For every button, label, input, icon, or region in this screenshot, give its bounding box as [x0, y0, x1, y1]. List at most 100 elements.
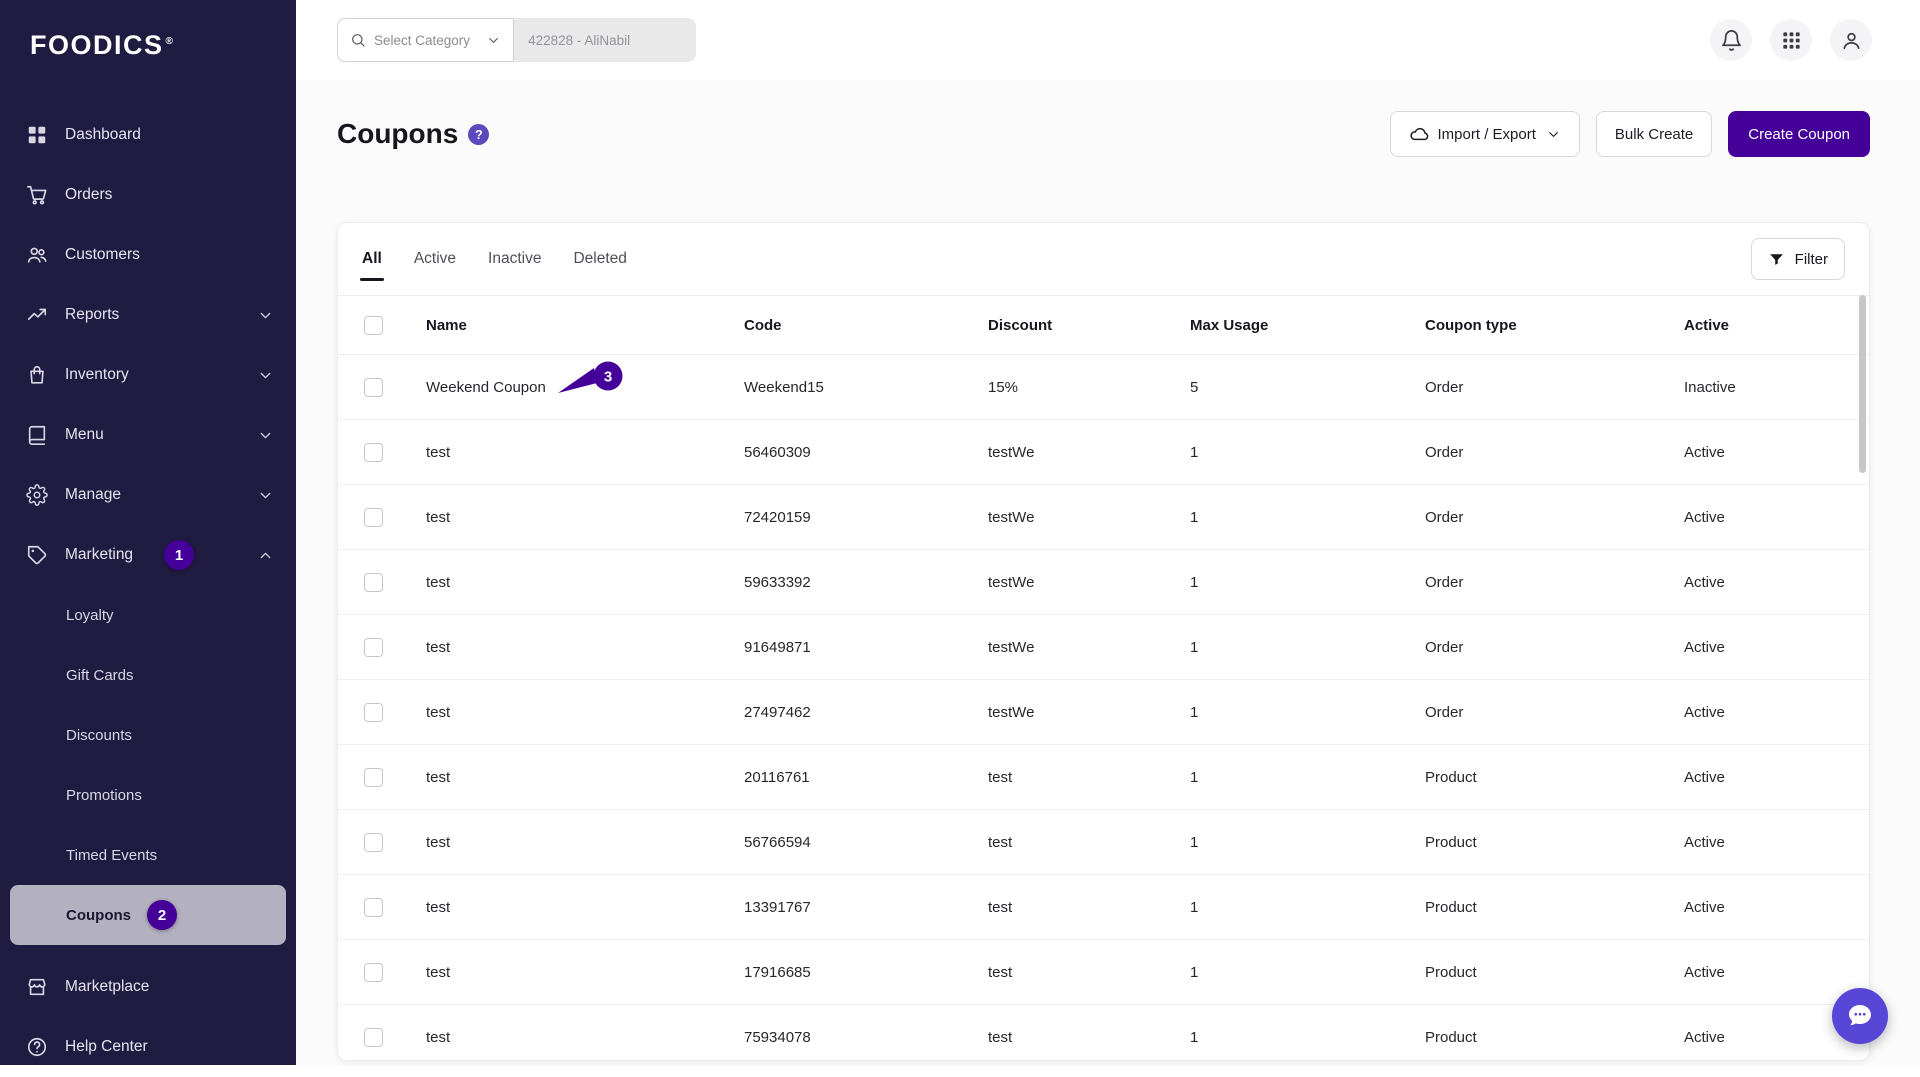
row-checkbox[interactable]	[364, 703, 383, 722]
chevron-down-icon	[257, 307, 274, 324]
row-checkbox[interactable]	[364, 1028, 383, 1047]
table-header: NameCodeDiscountMax UsageCoupon typeActi…	[338, 295, 1869, 355]
account-search-input[interactable]	[514, 18, 696, 62]
import-export-label: Import / Export	[1438, 126, 1536, 143]
table-row[interactable]: test75934078test1ProductActive	[338, 1005, 1869, 1061]
sidebar-item-discounts[interactable]: Discounts	[0, 705, 296, 765]
cell-active: Inactive	[1684, 379, 1869, 396]
user-icon	[1840, 29, 1863, 52]
orders-icon	[26, 184, 48, 206]
chat-widget-button[interactable]	[1832, 988, 1888, 1044]
table-row[interactable]: test17916685test1ProductActive	[338, 940, 1869, 1005]
select-all-checkbox[interactable]	[364, 316, 383, 335]
row-checkbox[interactable]	[364, 768, 383, 787]
cell-discount: testWe	[988, 574, 1190, 591]
cloud-icon	[1409, 124, 1429, 144]
cell-discount: testWe	[988, 639, 1190, 656]
account-button[interactable]	[1830, 19, 1872, 61]
cell-coupon-type: Order	[1425, 379, 1684, 396]
column-header-discount: Discount	[988, 317, 1190, 334]
coupon-name: test	[426, 769, 450, 786]
cell-name: test	[426, 574, 744, 591]
create-coupon-button[interactable]: Create Coupon	[1728, 111, 1870, 157]
cell-code: 56460309	[744, 444, 988, 461]
sidebar-item-loyalty[interactable]: Loyalty	[0, 585, 296, 645]
category-select-label: Select Category	[374, 33, 470, 48]
create-coupon-label: Create Coupon	[1748, 126, 1850, 143]
tabs-row: All Active Inactive Deleted Filter	[338, 223, 1869, 295]
row-checkbox[interactable]	[364, 508, 383, 527]
cell-code: 17916685	[744, 964, 988, 981]
table-row[interactable]: test56460309testWe1OrderActive	[338, 420, 1869, 485]
cell-name: test	[426, 834, 744, 851]
tab-inactive[interactable]: Inactive	[488, 223, 541, 295]
table-row[interactable]: Weekend Coupon3Weekend1515%5OrderInactiv…	[338, 355, 1869, 420]
chevron-up-icon	[257, 547, 274, 564]
apps-button[interactable]	[1770, 19, 1812, 61]
cell-max-usage: 5	[1190, 379, 1425, 396]
row-checkbox[interactable]	[364, 963, 383, 982]
coupon-name: test	[426, 639, 450, 656]
sidebar-item-marketplace[interactable]: Marketplace	[0, 957, 296, 1017]
sidebar-item-label: Help Center	[65, 1038, 148, 1056]
sidebar-item-customers[interactable]: Customers	[0, 225, 296, 285]
reports-icon	[26, 304, 48, 326]
sidebar-item-label: Timed Events	[66, 847, 157, 864]
row-checkbox[interactable]	[364, 573, 383, 592]
sidebar-item-inventory[interactable]: Inventory	[0, 345, 296, 405]
sidebar-item-label: Inventory	[65, 366, 129, 384]
table-row[interactable]: test27497462testWe1OrderActive	[338, 680, 1869, 745]
foodics-logo[interactable]: FOODICS®	[0, 0, 296, 61]
cell-max-usage: 1	[1190, 639, 1425, 656]
sidebar-item-timed-events[interactable]: Timed Events	[0, 825, 296, 885]
cell-name: test	[426, 899, 744, 916]
bulk-create-button[interactable]: Bulk Create	[1596, 111, 1712, 157]
header-buttons: Import / Export Bulk Create Create Coupo…	[1390, 111, 1870, 157]
row-checkbox[interactable]	[364, 833, 383, 852]
sidebar-item-reports[interactable]: Reports	[0, 285, 296, 345]
topbar: Select Category	[296, 0, 1920, 80]
row-checkbox[interactable]	[364, 378, 383, 397]
help-icon[interactable]: ?	[468, 124, 489, 145]
row-checkbox[interactable]	[364, 443, 383, 462]
cell-code: 13391767	[744, 899, 988, 916]
sidebar-item-label: Marketing	[65, 546, 133, 564]
sidebar-item-manage[interactable]: Manage	[0, 465, 296, 525]
notifications-button[interactable]	[1710, 19, 1752, 61]
table-row[interactable]: test20116761test1ProductActive	[338, 745, 1869, 810]
cell-coupon-type: Product	[1425, 899, 1684, 916]
table-row[interactable]: test91649871testWe1OrderActive	[338, 615, 1869, 680]
filter-label: Filter	[1795, 251, 1828, 268]
cell-code: Weekend15	[744, 379, 988, 396]
sidebar-item-label: Marketplace	[65, 978, 149, 996]
sidebar-item-label: Gift Cards	[66, 667, 134, 684]
sidebar-item-coupons[interactable]: Coupons2	[10, 885, 286, 945]
table-row[interactable]: test13391767test1ProductActive	[338, 875, 1869, 940]
sidebar-item-dashboard[interactable]: Dashboard	[0, 105, 296, 165]
tab-active[interactable]: Active	[414, 223, 456, 295]
page-header: Coupons ? Import / Export Bulk Create Cr…	[337, 108, 1870, 160]
category-select[interactable]: Select Category	[337, 18, 514, 62]
tab-deleted[interactable]: Deleted	[573, 223, 626, 295]
row-checkbox[interactable]	[364, 898, 383, 917]
import-export-button[interactable]: Import / Export	[1390, 111, 1580, 157]
row-checkbox[interactable]	[364, 638, 383, 657]
sidebar-item-orders[interactable]: Orders	[0, 165, 296, 225]
sidebar-item-help-center[interactable]: Help Center	[0, 1017, 296, 1077]
table-body: Weekend Coupon3Weekend1515%5OrderInactiv…	[338, 355, 1869, 1061]
cell-coupon-type: Order	[1425, 444, 1684, 461]
table-row[interactable]: test59633392testWe1OrderActive	[338, 550, 1869, 615]
sidebar-item-menu[interactable]: Menu	[0, 405, 296, 465]
table-scrollbar[interactable]	[1859, 295, 1866, 473]
cell-code: 59633392	[744, 574, 988, 591]
tab-all[interactable]: All	[362, 223, 382, 295]
sidebar-item-promotions[interactable]: Promotions	[0, 765, 296, 825]
table-row[interactable]: test72420159testWe1OrderActive	[338, 485, 1869, 550]
filter-button[interactable]: Filter	[1751, 238, 1845, 280]
sidebar-item-marketing[interactable]: Marketing 1	[0, 525, 296, 585]
column-header-name: Name	[426, 317, 744, 334]
sidebar-item-label: Menu	[65, 426, 104, 444]
sidebar-item-gift-cards[interactable]: Gift Cards	[0, 645, 296, 705]
tour-step-badge: 1	[164, 540, 194, 570]
table-row[interactable]: test56766594test1ProductActive	[338, 810, 1869, 875]
